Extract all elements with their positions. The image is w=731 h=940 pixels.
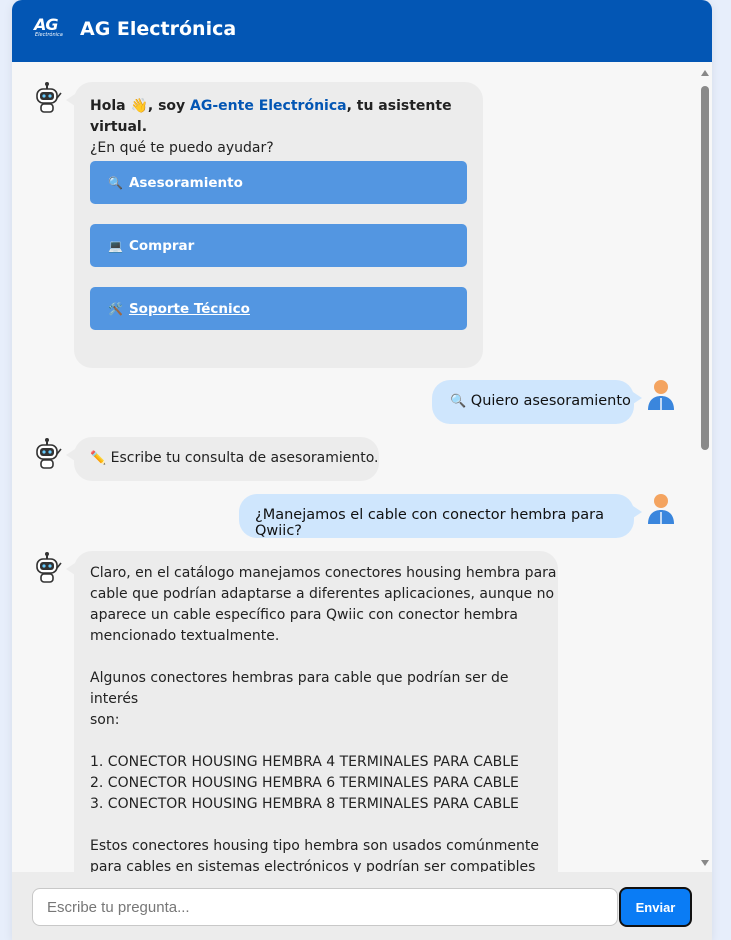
- bot-message-welcome: Hola 👋, soy AG-ente Electrónica, tu asis…: [66, 82, 483, 368]
- chat-widget: AG Electrónica AG Electrónica Hola 👋, so…: [12, 0, 712, 940]
- question-input[interactable]: Escribe tu pregunta...: [32, 888, 618, 926]
- option-asesoramiento-button[interactable]: 🔍 Asesoramiento: [90, 161, 467, 204]
- chat-footer: Escribe tu pregunta... Enviar: [12, 872, 712, 940]
- user-message: ¿Manejamos el cable con conector hembra …: [239, 494, 642, 539]
- option-soporte-tecnico-button[interactable]: 🛠️ Soporte Técnico: [90, 287, 467, 330]
- bot-message-answer: Claro, en el catálogo manejamos conector…: [66, 551, 558, 872]
- user-message: 🔍 Quiero asesoramiento: [432, 380, 642, 424]
- answer-text: Claro, en el catálogo manejamos conector…: [90, 565, 557, 872]
- user-avatar-icon: [648, 380, 674, 410]
- scroll-thumb[interactable]: [701, 86, 709, 450]
- pencil-icon: ✏️: [90, 451, 107, 466]
- bot-avatar-icon: [36, 438, 62, 469]
- bot-avatar-icon: [36, 552, 62, 583]
- message-list[interactable]: Hola 👋, soy AG-ente Electrónica, tu asis…: [12, 62, 712, 872]
- bot-avatar-icon: [36, 82, 62, 113]
- chat-title: AG Electrónica: [80, 18, 237, 40]
- chat-header: AG Electrónica AG Electrónica: [12, 0, 712, 62]
- bot-message: ✏️ Escribe tu consulta de asesoramiento.: [66, 437, 379, 481]
- tools-icon: 🛠️: [108, 301, 123, 316]
- scroll-down-arrow-icon[interactable]: [701, 860, 709, 866]
- laptop-icon: 💻: [108, 238, 123, 253]
- search-icon: 🔍: [108, 175, 123, 190]
- search-icon: 🔍: [450, 394, 467, 409]
- user-avatar-icon: [648, 494, 674, 524]
- chat-scrollbar[interactable]: [700, 68, 710, 868]
- brand-logo: AG Electrónica: [34, 15, 63, 39]
- option-comprar-button[interactable]: 💻 Comprar: [90, 224, 467, 267]
- greeting-text: Hola 👋, soy AG-ente Electrónica, tu asis…: [90, 98, 452, 156]
- scroll-up-arrow-icon[interactable]: [701, 70, 709, 76]
- send-button[interactable]: Enviar: [619, 887, 692, 927]
